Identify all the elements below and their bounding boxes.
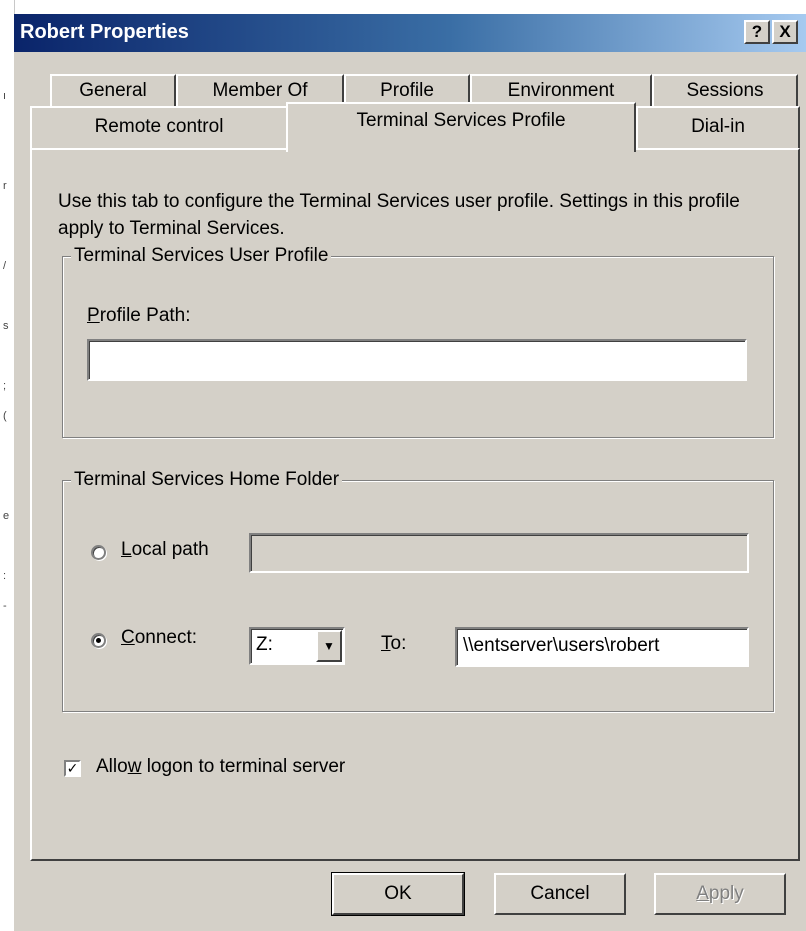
tab-panel: Use this tab to configure the Terminal S…: [30, 148, 800, 861]
home-folder-legend: Terminal Services Home Folder: [71, 468, 343, 492]
tab-terminal-services-profile[interactable]: Terminal Services Profile: [286, 102, 636, 152]
checkmark-icon: ✓: [66, 760, 79, 776]
close-button[interactable]: X: [772, 20, 798, 44]
help-button[interactable]: ?: [744, 20, 770, 44]
allow-logon-label[interactable]: Allow logon to terminal server: [96, 756, 345, 778]
apply-button[interactable]: Apply: [654, 873, 786, 915]
tab-dial-in[interactable]: Dial-in: [636, 106, 800, 148]
home-folder-path-input[interactable]: \\entserver\users\robert: [455, 627, 749, 667]
drive-letter-value: Z:: [256, 634, 273, 655]
home-folder-group: Terminal Services Home Folder Local path…: [62, 468, 774, 712]
to-label: To:: [381, 633, 407, 654]
tab-remote-control[interactable]: Remote control: [30, 106, 288, 148]
profile-path-label: Profile Path:: [87, 305, 191, 326]
chevron-down-icon[interactable]: ▼: [316, 630, 342, 662]
properties-dialog: Robert Properties ? X General Member Of …: [14, 14, 806, 931]
allow-logon-checkbox[interactable]: ✓: [64, 760, 81, 777]
description-text: Use this tab to configure the Terminal S…: [58, 191, 740, 239]
connect-label[interactable]: Connect:: [121, 627, 197, 649]
profile-path-input[interactable]: [87, 339, 747, 381]
local-path-radio[interactable]: [91, 545, 106, 560]
tab-sessions[interactable]: Sessions: [652, 74, 798, 106]
user-profile-legend: Terminal Services User Profile: [71, 244, 332, 268]
local-path-label[interactable]: Local path: [121, 539, 209, 561]
cancel-button[interactable]: Cancel: [494, 873, 626, 915]
close-icon: X: [779, 22, 791, 41]
window-title: Robert Properties: [20, 21, 189, 43]
connect-radio[interactable]: [91, 633, 106, 648]
drive-letter-select[interactable]: Z: ▼: [249, 627, 345, 665]
tab-general[interactable]: General: [50, 74, 176, 106]
background-window-strip: ı r / s ; ( e : -: [0, 0, 15, 931]
local-path-input[interactable]: [249, 533, 749, 573]
title-bar[interactable]: Robert Properties ? X: [14, 14, 806, 52]
user-profile-group: Terminal Services User Profile Profile P…: [62, 244, 774, 438]
ok-button[interactable]: OK: [331, 872, 465, 916]
